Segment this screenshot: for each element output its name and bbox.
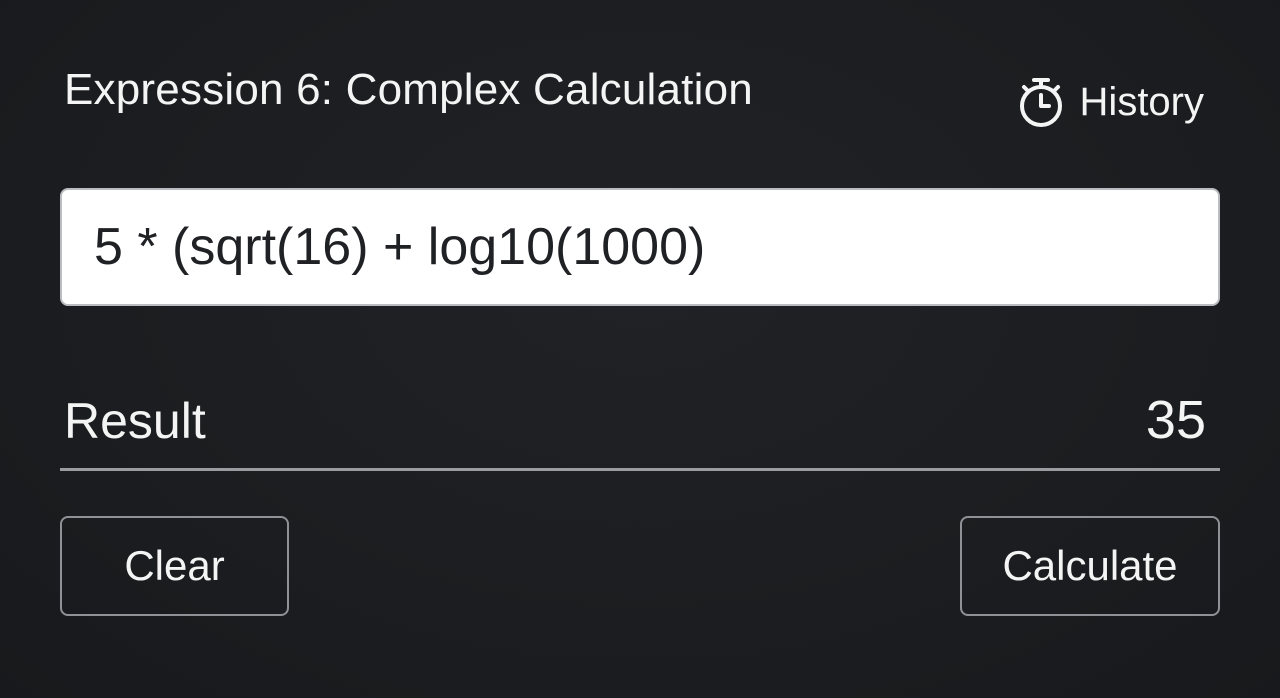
- history-button[interactable]: History: [1016, 72, 1204, 132]
- clear-button[interactable]: Clear: [60, 516, 289, 616]
- expression-input[interactable]: [94, 217, 1218, 277]
- result-label: Result: [64, 393, 206, 449]
- divider: [60, 468, 1220, 471]
- page-title: Expression 6: Complex Calculation: [64, 65, 753, 114]
- calculate-button[interactable]: Calculate: [960, 516, 1220, 616]
- stopwatch-icon: [1019, 78, 1062, 127]
- expression-field[interactable]: [60, 188, 1220, 306]
- result-value: 35: [1145, 390, 1206, 450]
- calculator-panel: Expression 6: Complex Calculation Histor…: [0, 0, 1280, 698]
- history-label: History: [1079, 80, 1204, 124]
